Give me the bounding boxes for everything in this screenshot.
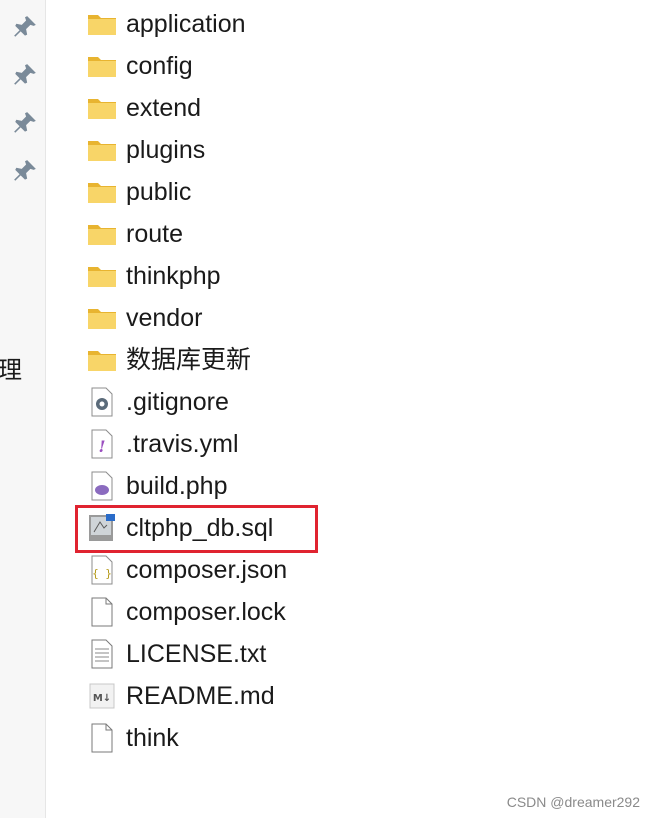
file-name-label: extend bbox=[126, 94, 202, 122]
text-file-icon bbox=[86, 638, 118, 670]
folder-icon bbox=[86, 8, 118, 40]
folder-item[interactable]: config bbox=[86, 46, 506, 86]
folder-icon bbox=[86, 218, 118, 250]
gear-file-icon bbox=[86, 386, 118, 418]
svg-text:{ }: { } bbox=[92, 567, 112, 580]
folder-item[interactable]: 数据库更新 bbox=[86, 340, 506, 380]
file-name-label: thinkphp bbox=[126, 262, 221, 290]
svg-text:M↓: M↓ bbox=[93, 693, 111, 704]
json-file-icon: { } bbox=[86, 554, 118, 586]
file-name-label: vendor bbox=[126, 304, 203, 332]
folder-item[interactable]: route bbox=[86, 214, 506, 254]
folder-item[interactable]: application bbox=[86, 4, 506, 44]
file-name-label: composer.lock bbox=[126, 598, 286, 626]
file-item[interactable]: .gitignore bbox=[86, 382, 506, 422]
file-list: application config extend plugins public rout… bbox=[0, 0, 654, 818]
file-item[interactable]: ! .travis.yml bbox=[86, 424, 506, 464]
folder-icon bbox=[86, 92, 118, 124]
file-name-label: plugins bbox=[126, 136, 206, 164]
file-name-label: .travis.yml bbox=[126, 430, 239, 458]
markdown-file-icon: M↓ bbox=[86, 680, 118, 712]
yaml-file-icon: ! bbox=[86, 428, 118, 460]
file-name-label: public bbox=[126, 178, 192, 206]
file-name-label: route bbox=[126, 220, 183, 248]
file-name-label: 数据库更新 bbox=[126, 346, 252, 374]
file-name-label: .gitignore bbox=[126, 388, 229, 416]
folder-item[interactable]: vendor bbox=[86, 298, 506, 338]
file-item[interactable]: think bbox=[86, 718, 506, 758]
folder-icon bbox=[86, 50, 118, 82]
file-item[interactable]: build.php bbox=[86, 466, 506, 506]
folder-icon bbox=[86, 176, 118, 208]
file-name-label: application bbox=[126, 10, 246, 38]
folder-icon bbox=[86, 302, 118, 334]
highlight-box bbox=[75, 505, 318, 553]
file-name-label: LICENSE.txt bbox=[126, 640, 267, 668]
folder-icon bbox=[86, 344, 118, 376]
folder-icon bbox=[86, 260, 118, 292]
file-name-label: config bbox=[126, 52, 193, 80]
svg-text:!: ! bbox=[98, 437, 105, 456]
file-item[interactable]: composer.lock bbox=[86, 592, 506, 632]
watermark: CSDN @dreamer292 bbox=[506, 794, 640, 810]
blank-file-icon bbox=[86, 722, 118, 754]
file-name-label: build.php bbox=[126, 472, 228, 500]
folder-item[interactable]: plugins bbox=[86, 130, 506, 170]
folder-item[interactable]: thinkphp bbox=[86, 256, 506, 296]
php-file-icon bbox=[86, 470, 118, 502]
folder-icon bbox=[86, 134, 118, 166]
file-item[interactable]: LICENSE.txt bbox=[86, 634, 506, 674]
file-name-label: think bbox=[126, 724, 179, 752]
file-name-label: README.md bbox=[126, 682, 275, 710]
folder-item[interactable]: extend bbox=[86, 88, 506, 128]
file-name-label: composer.json bbox=[126, 556, 288, 584]
file-item[interactable]: M↓ README.md bbox=[86, 676, 506, 716]
folder-item[interactable]: public bbox=[86, 172, 506, 212]
blank-file-icon bbox=[86, 596, 118, 628]
file-item[interactable]: { } composer.json bbox=[86, 550, 506, 590]
